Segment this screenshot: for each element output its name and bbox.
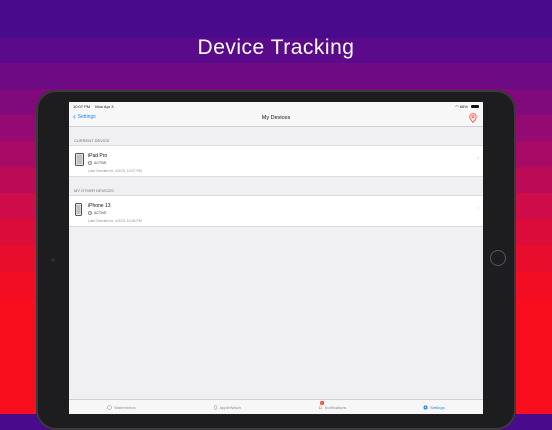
status-badge: ACTIVE bbox=[94, 161, 107, 165]
tab-notifications[interactable]: 1 Notifications bbox=[318, 400, 347, 410]
nav-bar: ‹ Settings My Devices bbox=[69, 110, 483, 127]
watch-icon bbox=[213, 405, 217, 409]
bell-icon bbox=[318, 405, 323, 409]
section-header-current: CURRENT DEVICE bbox=[74, 138, 110, 143]
status-bar: 10:07 PM Mon Apr 3 ◠ 66% bbox=[69, 102, 483, 110]
ipad-frame: 10:07 PM Mon Apr 3 ◠ 66% ‹ Settings My D… bbox=[36, 90, 516, 430]
wifi-icon: ◠ bbox=[455, 103, 459, 109]
ipad-icon bbox=[75, 153, 84, 166]
tab-bar: Watermelon AppleWatch 1 Notifications Se… bbox=[69, 399, 483, 414]
battery-percent: 66% bbox=[459, 103, 468, 109]
battery-icon bbox=[471, 104, 479, 108]
device-row-iphone[interactable]: iPhone 13 ACTIVE Last Checked in: 4/3/23… bbox=[69, 195, 483, 227]
watermelon-icon bbox=[107, 404, 113, 410]
status-indicator-icon bbox=[88, 211, 92, 215]
banner-title: Device Tracking bbox=[197, 36, 355, 59]
screen: 10:07 PM Mon Apr 3 ◠ 66% ‹ Settings My D… bbox=[69, 102, 483, 414]
tab-watermelon[interactable]: Watermelon bbox=[107, 404, 136, 410]
last-checked: Last Checked in: 4/3/23, 10:06 PM bbox=[88, 219, 142, 223]
status-indicator-icon bbox=[88, 161, 92, 165]
tab-label: Watermelon bbox=[114, 404, 136, 410]
map-pin-icon[interactable] bbox=[469, 113, 477, 123]
device-name: iPad Pro bbox=[88, 153, 108, 159]
device-row-ipad[interactable]: iPad Pro ACTIVE Last Checked in: 4/3/23,… bbox=[69, 145, 483, 177]
status-time: 10:07 PM bbox=[73, 103, 91, 109]
status-badge: ACTIVE bbox=[94, 211, 107, 215]
gear-icon bbox=[423, 405, 428, 409]
notification-badge: 1 bbox=[319, 400, 324, 405]
page-title: My Devices bbox=[261, 115, 291, 121]
chevron-right-icon: › bbox=[477, 206, 479, 212]
tab-label: AppleWatch bbox=[219, 404, 241, 410]
status-right: ◠ 66% bbox=[455, 104, 479, 109]
iphone-icon bbox=[75, 203, 82, 216]
last-checked: Last Checked in: 4/3/23, 10:07 PM bbox=[88, 169, 142, 173]
tab-applewatch[interactable]: AppleWatch bbox=[213, 405, 241, 410]
tab-label: Notifications bbox=[324, 404, 347, 410]
status-date: Mon Apr 3 bbox=[95, 103, 114, 109]
section-header-other: MY OTHER DEVICES bbox=[74, 188, 114, 193]
tab-label: Settings bbox=[430, 404, 445, 410]
home-button bbox=[490, 250, 506, 266]
device-name: iPhone 13 bbox=[88, 203, 111, 209]
chevron-right-icon: › bbox=[477, 156, 479, 162]
tab-settings[interactable]: Settings bbox=[423, 404, 445, 410]
camera-dot bbox=[51, 258, 55, 262]
